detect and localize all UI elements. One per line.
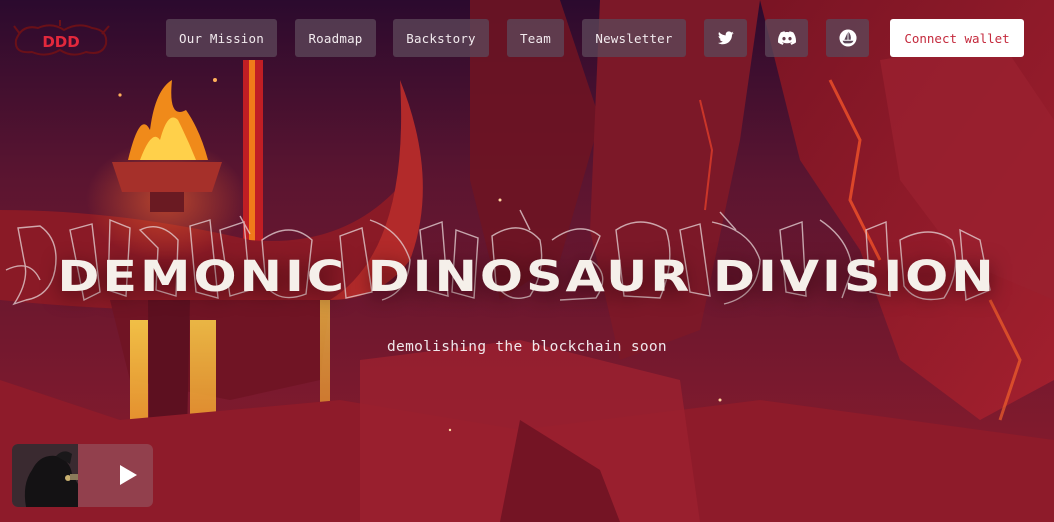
nav-our-mission[interactable]: Our Mission [166, 19, 277, 57]
twitter-button[interactable] [704, 19, 747, 57]
twitter-icon [717, 31, 734, 45]
hero-subtitle: demolishing the blockchain soon [387, 339, 667, 355]
logo-text: DDD [42, 33, 79, 51]
discord-button[interactable] [765, 19, 808, 57]
brand-logo[interactable]: DDD [12, 20, 110, 60]
hero-title: DEMONIC DINOSAUR DIVISION [57, 252, 997, 302]
opensea-icon [838, 29, 857, 47]
nav-newsletter[interactable]: Newsletter [582, 19, 686, 57]
nav-team[interactable]: Team [507, 19, 564, 57]
connect-wallet-button[interactable]: Connect wallet [890, 19, 1024, 57]
opensea-button[interactable] [826, 19, 869, 57]
video-player[interactable] [12, 444, 153, 507]
nav-backstory[interactable]: Backstory [393, 19, 489, 57]
discord-icon [777, 31, 796, 45]
nav-roadmap[interactable]: Roadmap [295, 19, 376, 57]
video-thumbnail [12, 444, 78, 507]
play-icon[interactable] [118, 464, 138, 486]
